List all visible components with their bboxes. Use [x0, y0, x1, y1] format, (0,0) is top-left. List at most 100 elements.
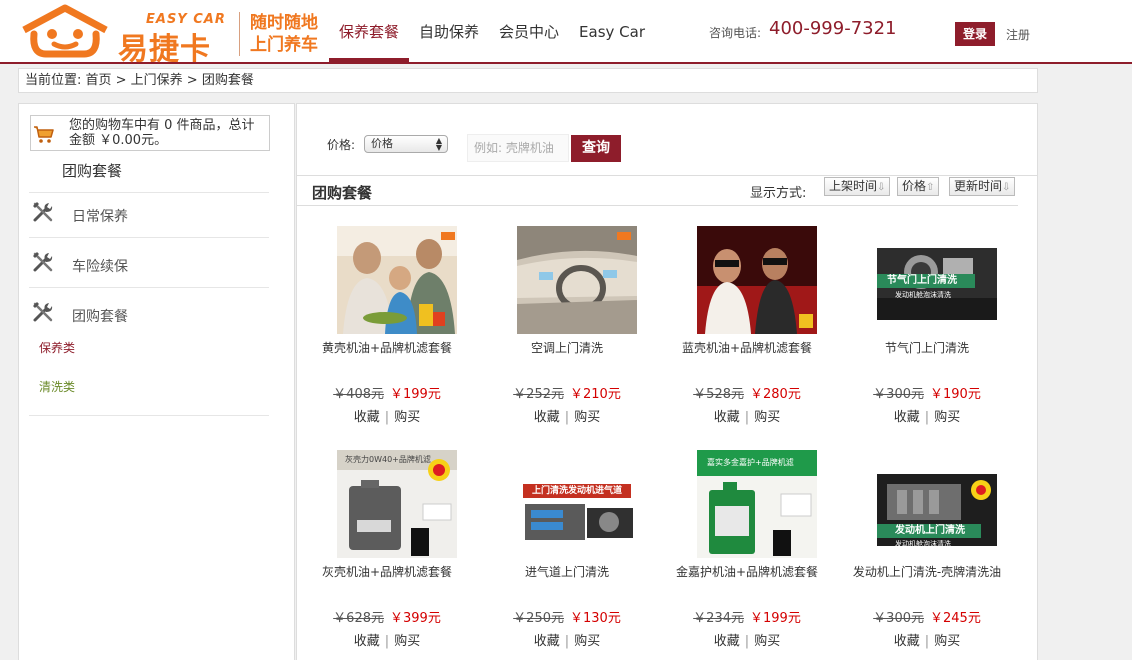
product-card[interactable]: 空调上门清洗 ￥252元 ￥210元 收藏 | 购买 — [477, 226, 657, 436]
product-card[interactable]: 黄壳机油+品牌机滤套餐 ￥408元 ￥199元 收藏 | 购买 — [297, 226, 477, 436]
favorite-link[interactable]: 收藏 — [354, 634, 380, 649]
product-card[interactable]: 发动机上门清洗 发动机舱泡沫清洗 发动机上门清洗-壳牌清洗油 ￥300元 ￥245… — [837, 450, 1017, 660]
buy-link[interactable]: 购买 — [394, 634, 420, 649]
product-image[interactable]: 灰壳力0W40+品牌机滤 — [337, 450, 457, 558]
search-input[interactable]: 例如: 壳牌机油 — [467, 134, 569, 162]
logo[interactable]: EASY CAR 易捷卡 — [18, 2, 233, 67]
sidebar-subitem-cleaning[interactable]: 清洗类 — [39, 378, 75, 395]
sort-by-price[interactable]: 价格⇧ — [897, 177, 940, 196]
sort-label: 显示方式: — [750, 186, 807, 201]
nav-easy-car[interactable]: Easy Car — [569, 0, 655, 62]
sale-price: ￥130元 — [570, 611, 621, 626]
original-price: ￥300元 — [873, 387, 924, 402]
header: EASY CAR 易捷卡 随时随地 上门养车 保养套餐 自助保养 会员中心 Ea… — [0, 0, 1132, 67]
product-image[interactable]: 节气门上门清洗 发动机舱泡沫清洗 — [877, 226, 997, 334]
sort-option-label: 更新时间 — [954, 179, 1003, 193]
product-prices: ￥252元 ￥210元 — [477, 383, 657, 402]
product-card[interactable]: 蓝壳机油+品牌机滤套餐 ￥528元 ￥280元 收藏 | 购买 — [657, 226, 837, 436]
list-title: 团购套餐 — [312, 184, 373, 202]
product-name[interactable]: 黄壳机油+品牌机滤套餐 — [297, 339, 477, 356]
favorite-link[interactable]: 收藏 — [354, 410, 380, 425]
product-image[interactable] — [697, 226, 817, 334]
product-prices: ￥250元 ￥130元 — [477, 607, 657, 626]
action-divider: | — [744, 410, 750, 425]
product-name[interactable]: 发动机上门清洗-壳牌清洗油 — [837, 563, 1017, 580]
house-logo-icon — [22, 4, 108, 58]
sidebar-item-daily-maintenance[interactable]: 日常保养 — [29, 196, 269, 230]
sidebar-subitem-maintenance[interactable]: 保养类 — [39, 339, 75, 356]
nav-member-center[interactable]: 会员中心 — [489, 0, 569, 62]
product-card[interactable]: 上门清洗发动机进气道 进气道上门清洗 ￥250元 ￥130元 收藏 | 购买 — [477, 450, 657, 660]
product-name[interactable]: 空调上门清洗 — [477, 339, 657, 356]
product-name[interactable]: 灰壳机油+品牌机滤套餐 — [297, 563, 477, 580]
sort-by-update-time[interactable]: 更新时间⇩ — [949, 177, 1016, 196]
sidebar-item-insurance-renewal[interactable]: 车险续保 — [29, 246, 269, 280]
sort-option-label: 上架时间 — [829, 179, 878, 193]
favorite-link[interactable]: 收藏 — [534, 634, 560, 649]
original-price: ￥252元 — [513, 387, 564, 402]
sidebar-item-group-buy[interactable]: 团购套餐 — [29, 296, 269, 330]
select-arrows-icon: ▲ ▼ — [435, 136, 442, 152]
buy-link[interactable]: 购买 — [934, 634, 960, 649]
product-actions: 收藏 | 购买 — [657, 406, 837, 425]
product-name[interactable]: 金嘉护机油+品牌机滤套餐 — [657, 563, 837, 580]
castrol-oil-art — [709, 482, 812, 556]
favorite-link[interactable]: 收藏 — [714, 634, 740, 649]
search-button[interactable]: 查询 — [571, 135, 621, 162]
buy-link[interactable]: 购买 — [754, 410, 780, 425]
buy-link[interactable]: 购买 — [574, 410, 600, 425]
favorite-link[interactable]: 收藏 — [534, 410, 560, 425]
tools-icon — [33, 302, 53, 322]
product-image[interactable]: 上门清洗发动机进气道 — [517, 450, 637, 558]
product-card[interactable]: 嘉实多金嘉护+品牌机滤 金嘉护机油+品牌机滤套餐 ￥234元 ￥199元 收藏 | 购… — [657, 450, 837, 660]
favorite-link[interactable]: 收藏 — [894, 410, 920, 425]
product-name[interactable]: 进气道上门清洗 — [477, 563, 657, 580]
buy-link[interactable]: 购买 — [574, 634, 600, 649]
original-price: ￥408元 — [333, 387, 384, 402]
product-card[interactable]: 节气门上门清洗 发动机舱泡沫清洗 节气门上门清洗 ￥300元 ￥190元 收藏 | 购… — [837, 226, 1017, 436]
buy-link[interactable]: 购买 — [934, 410, 960, 425]
sidebar-divider — [29, 287, 269, 288]
main-content: 价格: 价格 ▲ ▼ 例如: 壳牌机油 查询 团购套餐 显示方式: 上架时间⇩ 价… — [296, 103, 1038, 660]
buy-link[interactable]: 购买 — [394, 410, 420, 425]
price-select[interactable]: 价格 ▲ ▼ — [364, 135, 448, 153]
tools-icon — [33, 252, 53, 272]
product-name[interactable]: 蓝壳机油+品牌机滤套餐 — [657, 339, 837, 356]
product-banner-sub: 发动机舱泡沫清洗 — [895, 540, 951, 548]
shopping-cart-icon — [34, 126, 54, 143]
product-actions: 收藏 | 购买 — [837, 630, 1017, 649]
product-prices: ￥628元 ￥399元 — [297, 607, 477, 626]
sort-arrow-up-icon: ⇧ — [926, 182, 935, 193]
original-price: ￥300元 — [873, 611, 924, 626]
action-divider: | — [384, 410, 390, 425]
register-link[interactable]: 注册 — [1006, 26, 1030, 43]
favorite-link[interactable]: 收藏 — [714, 410, 740, 425]
nav-self-service[interactable]: 自助保养 — [409, 0, 489, 62]
product-image[interactable]: 发动机上门清洗 发动机舱泡沫清洗 — [877, 450, 997, 558]
product-image[interactable]: 嘉实多金嘉护+品牌机滤 — [697, 450, 817, 558]
slogan-line-2: 上门养车 — [250, 35, 318, 55]
sort-arrow-down-icon: ⇩ — [1002, 182, 1011, 193]
sidebar-item-label: 团购套餐 — [72, 309, 128, 325]
product-card[interactable]: 灰壳力0W40+品牌机滤 灰壳机油+品牌机滤套餐 ￥628元 ￥399元 收藏 | 购… — [297, 450, 477, 660]
product-image[interactable] — [517, 226, 637, 334]
price-select-value: 价格 — [371, 137, 393, 150]
sort-divider — [297, 205, 1018, 206]
product-name[interactable]: 节气门上门清洗 — [837, 339, 1017, 356]
buy-link[interactable]: 购买 — [754, 634, 780, 649]
cart-text: 您的购物车中有 0 件商品，总计金额 ￥0.00元。 — [69, 118, 255, 148]
sort-by-listing-time[interactable]: 上架时间⇩ — [824, 177, 891, 196]
action-divider: | — [924, 634, 930, 649]
product-prices: ￥300元 ￥190元 — [837, 383, 1017, 402]
product-actions: 收藏 | 购买 — [837, 406, 1017, 425]
login-button[interactable]: 登录 — [955, 22, 995, 46]
nav-maintenance-packages[interactable]: 保养套餐 — [329, 0, 410, 62]
sort-arrow-down-icon: ⇩ — [877, 182, 886, 193]
product-prices: ￥408元 ￥199元 — [297, 383, 477, 402]
product-image[interactable] — [337, 226, 457, 334]
original-price: ￥250元 — [513, 611, 564, 626]
cart-summary[interactable]: 您的购物车中有 0 件商品，总计金额 ￥0.00元。 — [30, 115, 270, 151]
breadcrumb: 当前位置: 首页 > 上门保养 > 团购套餐 — [18, 68, 1038, 93]
slogan: 随时随地 上门养车 — [250, 12, 318, 56]
favorite-link[interactable]: 收藏 — [894, 634, 920, 649]
